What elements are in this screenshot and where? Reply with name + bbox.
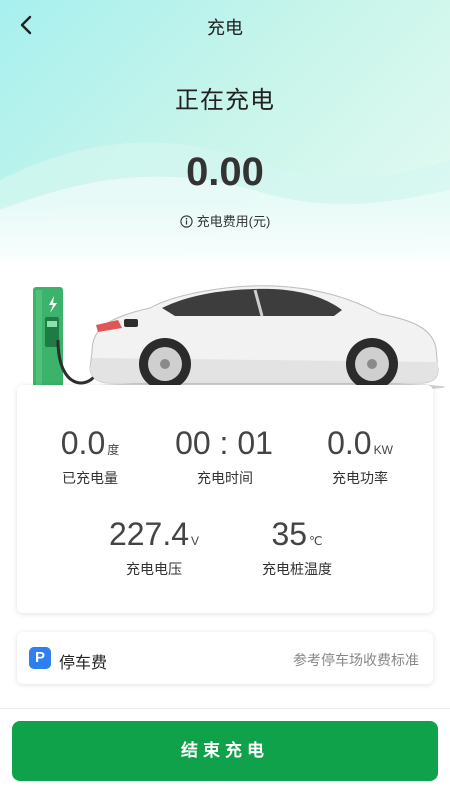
fee-label-row: 充电费用(元) [0,211,450,230]
stat-voltage: 227.4 V 充电电压 [108,516,200,577]
charging-stats-card: 0.0 度 已充电量 00 : 01 充电时间 0.0 KW 充电功率 227.4 V… [17,385,433,613]
parking-fee-note: 参考停车场收费标准 [293,652,419,668]
stat-power: 0.0 KW 充电功率 [327,425,393,486]
divider [0,708,450,709]
fee-label: 充电费用(元) [196,214,271,229]
stat-temperature: 35 ℃ 充电桩温度 [262,516,332,577]
charging-car-illustration [33,285,445,392]
fee-amount: 0.00 [186,150,264,194]
end-charging-button[interactable]: 结束充电 [12,721,438,781]
charging-status: 正在充电 [175,87,275,114]
parking-icon: P [29,647,51,669]
stat-duration: 00 : 01 充电时间 [175,425,273,486]
stat-energy: 0.0 度 已充电量 [60,425,120,486]
page-title: 充电 [207,18,243,38]
nav-bar: 充电 [0,0,450,50]
parking-fee-label: 停车费 [59,655,108,672]
charger-pile-icon [33,287,63,389]
parking-fee-row[interactable]: P 停车费 参考停车场收费标准 [17,632,433,684]
info-icon [180,215,193,228]
